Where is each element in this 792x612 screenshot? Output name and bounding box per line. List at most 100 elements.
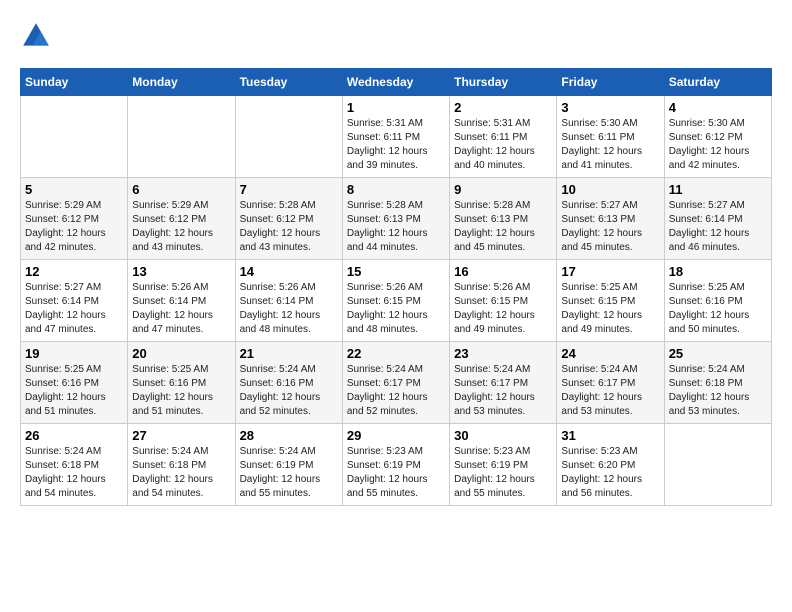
day-number: 6 bbox=[132, 182, 230, 197]
day-number: 13 bbox=[132, 264, 230, 279]
day-info: Sunrise: 5:26 AM Sunset: 6:15 PM Dayligh… bbox=[454, 281, 552, 337]
calendar-cell: 9 Sunrise: 5:28 AM Sunset: 6:13 PM Daylig… bbox=[450, 178, 557, 260]
column-header-friday: Friday bbox=[557, 69, 664, 96]
calendar-week-row: 26 Sunrise: 5:24 AM Sunset: 6:18 PM Dayli… bbox=[21, 424, 772, 506]
column-header-saturday: Saturday bbox=[664, 69, 771, 96]
calendar-cell: 13 Sunrise: 5:26 AM Sunset: 6:14 PM Dayli… bbox=[128, 260, 235, 342]
day-number: 10 bbox=[561, 182, 659, 197]
calendar-cell: 5 Sunrise: 5:29 AM Sunset: 6:12 PM Daylig… bbox=[21, 178, 128, 260]
day-info: Sunrise: 5:31 AM Sunset: 6:11 PM Dayligh… bbox=[454, 117, 552, 173]
day-info: Sunrise: 5:30 AM Sunset: 6:11 PM Dayligh… bbox=[561, 117, 659, 173]
day-info: Sunrise: 5:23 AM Sunset: 6:19 PM Dayligh… bbox=[347, 445, 445, 501]
calendar-cell: 28 Sunrise: 5:24 AM Sunset: 6:19 PM Dayli… bbox=[235, 424, 342, 506]
day-number: 4 bbox=[669, 100, 767, 115]
calendar-cell: 10 Sunrise: 5:27 AM Sunset: 6:13 PM Dayli… bbox=[557, 178, 664, 260]
calendar-cell: 18 Sunrise: 5:25 AM Sunset: 6:16 PM Dayli… bbox=[664, 260, 771, 342]
day-info: Sunrise: 5:26 AM Sunset: 6:15 PM Dayligh… bbox=[347, 281, 445, 337]
page-header bbox=[20, 20, 772, 52]
day-info: Sunrise: 5:31 AM Sunset: 6:11 PM Dayligh… bbox=[347, 117, 445, 173]
day-info: Sunrise: 5:24 AM Sunset: 6:18 PM Dayligh… bbox=[132, 445, 230, 501]
day-number: 27 bbox=[132, 428, 230, 443]
day-info: Sunrise: 5:24 AM Sunset: 6:19 PM Dayligh… bbox=[240, 445, 338, 501]
calendar-cell: 11Sunrise: 5:27 AM Sunset: 6:14 PM Dayli… bbox=[664, 178, 771, 260]
day-info: Sunrise: 5:30 AM Sunset: 6:12 PM Dayligh… bbox=[669, 117, 767, 173]
column-header-wednesday: Wednesday bbox=[342, 69, 449, 96]
calendar-cell: 2 Sunrise: 5:31 AM Sunset: 6:11 PM Daylig… bbox=[450, 96, 557, 178]
column-header-thursday: Thursday bbox=[450, 69, 557, 96]
calendar-cell: 19Sunrise: 5:25 AM Sunset: 6:16 PM Dayli… bbox=[21, 342, 128, 424]
day-number: 9 bbox=[454, 182, 552, 197]
calendar-cell: 15 Sunrise: 5:26 AM Sunset: 6:15 PM Dayli… bbox=[342, 260, 449, 342]
day-number: 23 bbox=[454, 346, 552, 361]
calendar-cell: 23 Sunrise: 5:24 AM Sunset: 6:17 PM Dayli… bbox=[450, 342, 557, 424]
day-info: Sunrise: 5:28 AM Sunset: 6:13 PM Dayligh… bbox=[454, 199, 552, 255]
day-info: Sunrise: 5:29 AM Sunset: 6:12 PM Dayligh… bbox=[25, 199, 123, 255]
day-number: 18 bbox=[669, 264, 767, 279]
calendar-cell: 22 Sunrise: 5:24 AM Sunset: 6:17 PM Dayli… bbox=[342, 342, 449, 424]
day-info: Sunrise: 5:25 AM Sunset: 6:16 PM Dayligh… bbox=[132, 363, 230, 419]
calendar-cell: 12Sunrise: 5:27 AM Sunset: 6:14 PM Dayli… bbox=[21, 260, 128, 342]
day-info: Sunrise: 5:26 AM Sunset: 6:14 PM Dayligh… bbox=[132, 281, 230, 337]
day-info: Sunrise: 5:29 AM Sunset: 6:12 PM Dayligh… bbox=[132, 199, 230, 255]
calendar-cell bbox=[128, 96, 235, 178]
day-number: 24 bbox=[561, 346, 659, 361]
day-info: Sunrise: 5:24 AM Sunset: 6:17 PM Dayligh… bbox=[347, 363, 445, 419]
day-info: Sunrise: 5:24 AM Sunset: 6:18 PM Dayligh… bbox=[25, 445, 123, 501]
day-info: Sunrise: 5:27 AM Sunset: 6:13 PM Dayligh… bbox=[561, 199, 659, 255]
day-number: 5 bbox=[25, 182, 123, 197]
calendar-week-row: 12Sunrise: 5:27 AM Sunset: 6:14 PM Dayli… bbox=[21, 260, 772, 342]
day-info: Sunrise: 5:24 AM Sunset: 6:16 PM Dayligh… bbox=[240, 363, 338, 419]
calendar-cell: 31 Sunrise: 5:23 AM Sunset: 6:20 PM Dayli… bbox=[557, 424, 664, 506]
day-info: Sunrise: 5:26 AM Sunset: 6:14 PM Dayligh… bbox=[240, 281, 338, 337]
calendar-cell: 27 Sunrise: 5:24 AM Sunset: 6:18 PM Dayli… bbox=[128, 424, 235, 506]
calendar-cell: 25Sunrise: 5:24 AM Sunset: 6:18 PM Dayli… bbox=[664, 342, 771, 424]
calendar-cell: 20 Sunrise: 5:25 AM Sunset: 6:16 PM Dayli… bbox=[128, 342, 235, 424]
calendar-header-row: SundayMondayTuesdayWednesdayThursdayFrid… bbox=[21, 69, 772, 96]
logo-icon bbox=[20, 20, 52, 52]
day-info: Sunrise: 5:23 AM Sunset: 6:19 PM Dayligh… bbox=[454, 445, 552, 501]
calendar-cell bbox=[235, 96, 342, 178]
day-number: 22 bbox=[347, 346, 445, 361]
day-info: Sunrise: 5:24 AM Sunset: 6:17 PM Dayligh… bbox=[561, 363, 659, 419]
day-number: 20 bbox=[132, 346, 230, 361]
calendar-cell: 24 Sunrise: 5:24 AM Sunset: 6:17 PM Dayli… bbox=[557, 342, 664, 424]
day-number: 26 bbox=[25, 428, 123, 443]
day-info: Sunrise: 5:28 AM Sunset: 6:12 PM Dayligh… bbox=[240, 199, 338, 255]
calendar-cell: 30 Sunrise: 5:23 AM Sunset: 6:19 PM Dayli… bbox=[450, 424, 557, 506]
day-number: 8 bbox=[347, 182, 445, 197]
column-header-tuesday: Tuesday bbox=[235, 69, 342, 96]
calendar-cell: 8 Sunrise: 5:28 AM Sunset: 6:13 PM Daylig… bbox=[342, 178, 449, 260]
calendar-cell: 26 Sunrise: 5:24 AM Sunset: 6:18 PM Dayli… bbox=[21, 424, 128, 506]
day-info: Sunrise: 5:23 AM Sunset: 6:20 PM Dayligh… bbox=[561, 445, 659, 501]
calendar-week-row: 5 Sunrise: 5:29 AM Sunset: 6:12 PM Daylig… bbox=[21, 178, 772, 260]
calendar-cell: 6 Sunrise: 5:29 AM Sunset: 6:12 PM Daylig… bbox=[128, 178, 235, 260]
calendar-cell: 16 Sunrise: 5:26 AM Sunset: 6:15 PM Dayli… bbox=[450, 260, 557, 342]
column-header-monday: Monday bbox=[128, 69, 235, 96]
day-info: Sunrise: 5:28 AM Sunset: 6:13 PM Dayligh… bbox=[347, 199, 445, 255]
calendar-cell: 14 Sunrise: 5:26 AM Sunset: 6:14 PM Dayli… bbox=[235, 260, 342, 342]
day-number: 21 bbox=[240, 346, 338, 361]
column-header-sunday: Sunday bbox=[21, 69, 128, 96]
calendar-cell: 7 Sunrise: 5:28 AM Sunset: 6:12 PM Daylig… bbox=[235, 178, 342, 260]
day-info: Sunrise: 5:25 AM Sunset: 6:16 PM Dayligh… bbox=[669, 281, 767, 337]
calendar-week-row: 19Sunrise: 5:25 AM Sunset: 6:16 PM Dayli… bbox=[21, 342, 772, 424]
logo bbox=[20, 20, 58, 52]
day-number: 12 bbox=[25, 264, 123, 279]
day-number: 28 bbox=[240, 428, 338, 443]
day-info: Sunrise: 5:25 AM Sunset: 6:16 PM Dayligh… bbox=[25, 363, 123, 419]
day-number: 30 bbox=[454, 428, 552, 443]
calendar-cell bbox=[664, 424, 771, 506]
day-number: 16 bbox=[454, 264, 552, 279]
day-number: 7 bbox=[240, 182, 338, 197]
calendar-table: SundayMondayTuesdayWednesdayThursdayFrid… bbox=[20, 68, 772, 506]
day-info: Sunrise: 5:24 AM Sunset: 6:17 PM Dayligh… bbox=[454, 363, 552, 419]
day-number: 1 bbox=[347, 100, 445, 115]
day-number: 15 bbox=[347, 264, 445, 279]
day-number: 29 bbox=[347, 428, 445, 443]
calendar-week-row: 1 Sunrise: 5:31 AM Sunset: 6:11 PM Daylig… bbox=[21, 96, 772, 178]
day-number: 31 bbox=[561, 428, 659, 443]
day-info: Sunrise: 5:25 AM Sunset: 6:15 PM Dayligh… bbox=[561, 281, 659, 337]
calendar-cell: 29 Sunrise: 5:23 AM Sunset: 6:19 PM Dayli… bbox=[342, 424, 449, 506]
day-number: 14 bbox=[240, 264, 338, 279]
day-number: 2 bbox=[454, 100, 552, 115]
